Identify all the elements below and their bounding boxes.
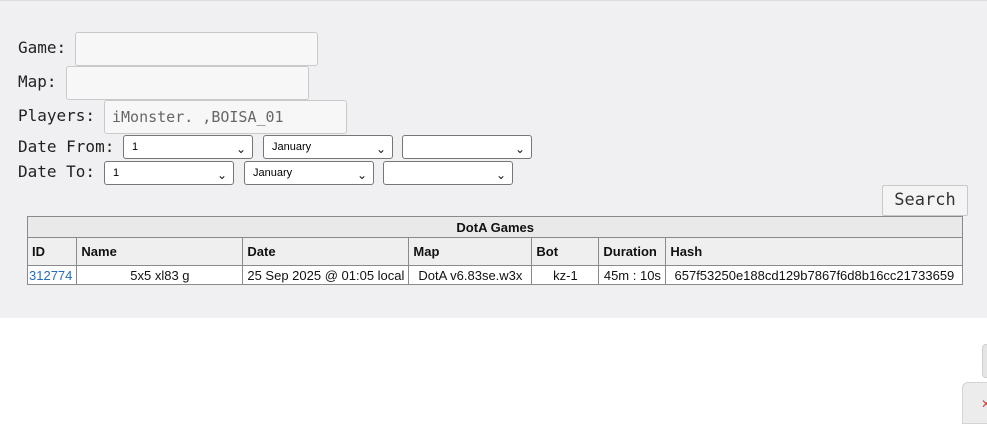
table-title: DotA Games bbox=[26, 216, 964, 238]
chevron-down-icon: ⌄ bbox=[514, 142, 525, 156]
date-from-day-value: 1 bbox=[132, 141, 139, 153]
players-label: Players: bbox=[18, 106, 96, 125]
games-table: DotA Games ID Name Date Map Bot Duration… bbox=[26, 216, 964, 285]
date-to-month-select[interactable]: January ⌄ bbox=[244, 161, 374, 185]
column-header-duration: Duration bbox=[598, 237, 667, 266]
date-to-day-value: 1 bbox=[113, 167, 120, 179]
chevron-down-icon: ⌄ bbox=[495, 168, 506, 182]
cell-bot: kz-1 bbox=[531, 265, 600, 285]
table-row: 312774 5x5 xl83 g 25 Sep 2025 @ 01:05 lo… bbox=[26, 265, 964, 285]
side-widget-tab[interactable] bbox=[982, 344, 987, 378]
date-to-year-select[interactable]: ⌄ bbox=[383, 161, 513, 185]
chevron-down-icon: ⌄ bbox=[356, 168, 367, 182]
date-to-day-select[interactable]: 1 ⌄ bbox=[104, 161, 234, 185]
cell-duration: 45m : 10s bbox=[598, 265, 667, 285]
players-input[interactable] bbox=[104, 100, 347, 134]
date-from-month-value: January bbox=[272, 141, 312, 153]
date-from-label: Date From: bbox=[18, 137, 115, 156]
close-icon: ✕ bbox=[981, 397, 987, 411]
column-header-name: Name bbox=[76, 237, 244, 266]
column-header-map: Map bbox=[408, 237, 533, 266]
date-from-day-select[interactable]: 1 ⌄ bbox=[123, 135, 253, 159]
cell-map: DotA v6.83se.w3x bbox=[408, 265, 533, 285]
cell-id[interactable]: 312774 bbox=[26, 265, 78, 285]
chevron-down-icon: ⌄ bbox=[235, 142, 246, 156]
column-header-id: ID bbox=[26, 237, 78, 266]
column-header-hash: Hash bbox=[665, 237, 964, 266]
game-input[interactable] bbox=[75, 32, 318, 66]
date-from-year-select[interactable]: ⌄ bbox=[402, 135, 532, 159]
chevron-down-icon: ⌄ bbox=[375, 142, 386, 156]
column-header-date: Date bbox=[242, 237, 410, 266]
date-to-month-value: January bbox=[253, 167, 293, 179]
cell-date: 25 Sep 2025 @ 01:05 local bbox=[242, 265, 410, 285]
date-to-label: Date To: bbox=[18, 162, 96, 181]
date-from-month-select[interactable]: January ⌄ bbox=[263, 135, 393, 159]
game-label: Game: bbox=[18, 38, 67, 57]
cell-name: 5x5 xl83 g bbox=[76, 265, 244, 285]
column-header-bot: Bot bbox=[531, 237, 600, 266]
map-label: Map: bbox=[18, 72, 57, 91]
search-button[interactable]: Search bbox=[882, 185, 968, 216]
map-input[interactable] bbox=[66, 66, 309, 100]
chevron-down-icon: ⌄ bbox=[216, 168, 227, 182]
side-widget-button[interactable]: ✕ bbox=[962, 382, 987, 424]
cell-hash: 657f53250e188cd129b7867f6d8b16cc21733659 bbox=[665, 265, 964, 285]
search-panel: Game: Map: Players: Date From: 1 ⌄ Janua… bbox=[0, 0, 987, 318]
game-id-link[interactable]: 312774 bbox=[29, 268, 72, 283]
